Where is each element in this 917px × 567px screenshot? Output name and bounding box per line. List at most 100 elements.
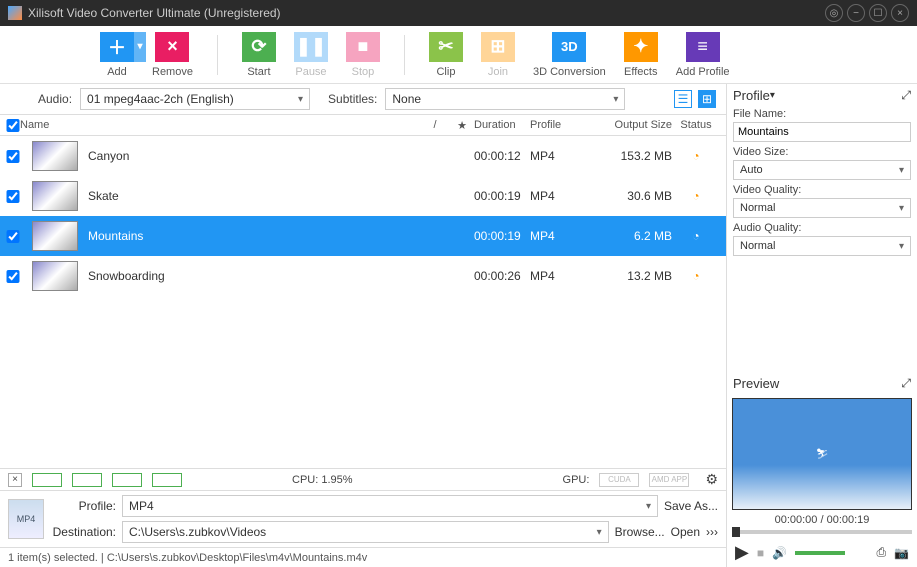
thumbnail-icon	[32, 261, 78, 291]
table-row[interactable]: Mountains00:00:19MP46.2 MB◔	[0, 216, 726, 256]
col-star[interactable]: ★	[450, 119, 474, 132]
add-button[interactable]: ＋▾Add	[100, 32, 134, 78]
clip-button[interactable]: ✂Clip	[429, 32, 463, 78]
file-output: 6.2 MB	[600, 229, 672, 243]
more-button[interactable]: ›››	[706, 525, 718, 539]
toolbar: ＋▾Add ×Remove ⟳Start ❚❚Pause ■Stop ✂Clip…	[0, 26, 917, 84]
file-output: 153.2 MB	[600, 149, 672, 163]
view-detail-icon[interactable]: ⊞	[698, 90, 716, 108]
preview-controls: ▶ ■ 🔊 ⎙ 📷	[727, 538, 917, 567]
file-duration: 00:00:19	[474, 189, 530, 203]
subtitles-dropdown[interactable]: None	[385, 88, 625, 110]
col-duration[interactable]: Duration	[474, 119, 530, 131]
videoquality-dropdown[interactable]: Normal	[733, 198, 911, 218]
file-output: 30.6 MB	[600, 189, 672, 203]
table-row[interactable]: Snowboarding00:00:26MP413.2 MB◔	[0, 256, 726, 296]
camera-icon[interactable]: 📷	[894, 546, 909, 560]
start-button[interactable]: ⟳Start	[242, 32, 276, 78]
profile-dropdown[interactable]: MP4	[122, 495, 658, 517]
filename-input[interactable]	[733, 122, 911, 142]
volume-slider[interactable]	[795, 551, 845, 555]
preview-time: 00:00:00 / 00:00:19	[727, 514, 917, 526]
audioquality-dropdown[interactable]: Normal	[733, 236, 911, 256]
maximize-button[interactable]: ☐	[869, 4, 887, 22]
stop-icon[interactable]: ■	[757, 546, 764, 560]
gear-icon[interactable]: ⚙	[705, 471, 718, 488]
add-profile-button[interactable]: ≡Add Profile	[676, 32, 730, 78]
row-checkbox[interactable]	[6, 190, 20, 203]
remove-button[interactable]: ×Remove	[152, 32, 193, 78]
preview-title: Preview	[733, 376, 779, 391]
account-icon[interactable]: ◎	[825, 4, 843, 22]
expand-icon[interactable]: ⤢	[901, 88, 911, 103]
cpu-gpu-row: × CPU: 1.95% GPU: CUDA AMD APP ⚙	[0, 468, 726, 490]
file-duration: 00:00:19	[474, 229, 530, 243]
file-profile: MP4	[530, 149, 600, 163]
play-icon[interactable]: ▶	[735, 542, 749, 563]
cpu-label: CPU: 1.95%	[292, 474, 353, 486]
app-logo-icon	[8, 6, 22, 20]
clock-icon: ◔	[672, 269, 720, 283]
pause-button[interactable]: ❚❚Pause	[294, 32, 328, 78]
row-checkbox[interactable]	[6, 270, 20, 283]
separator	[217, 35, 218, 75]
preview-slider[interactable]	[732, 530, 912, 534]
preview-frame: ⛷	[732, 398, 912, 510]
file-name: Skate	[88, 189, 420, 203]
preview-header: Preview ⤢	[727, 372, 917, 394]
destination-label: Destination:	[50, 525, 116, 539]
table-row[interactable]: Canyon00:00:12MP4153.2 MB◔	[0, 136, 726, 176]
videoquality-label: Video Quality:	[733, 184, 911, 196]
audioquality-label: Audio Quality:	[733, 222, 911, 234]
3d-button[interactable]: 3D3D Conversion	[533, 32, 606, 78]
file-duration: 00:00:26	[474, 269, 530, 283]
col-name[interactable]: Name	[20, 119, 420, 131]
expand-preview-icon[interactable]: ⤢	[901, 376, 911, 391]
file-profile: MP4	[530, 229, 600, 243]
destination-row: MP4 Profile: MP4 Save As... Destination:…	[0, 490, 726, 547]
open-button[interactable]: Open	[671, 525, 700, 539]
close-graph-icon[interactable]: ×	[8, 473, 22, 487]
videosize-dropdown[interactable]: Auto	[733, 160, 911, 180]
file-name: Canyon	[88, 149, 420, 163]
add-label: Add	[107, 66, 127, 78]
row-checkbox[interactable]	[6, 230, 20, 243]
effects-button[interactable]: ✦Effects	[624, 32, 658, 78]
statusbar: 1 item(s) selected. | C:\Users\s.zubkov\…	[0, 547, 726, 567]
titlebar: Xilisoft Video Converter Ultimate (Unreg…	[0, 0, 917, 26]
audio-subtitle-row: Audio: 01 mpeg4aac-2ch (English) Subtitl…	[0, 84, 726, 114]
thumbnail-icon	[32, 221, 78, 251]
saveas-button[interactable]: Save As...	[664, 499, 718, 513]
browse-button[interactable]: Browse...	[615, 525, 665, 539]
cpu-graph-icon	[32, 473, 62, 487]
table-row[interactable]: Skate00:00:19MP430.6 MB◔	[0, 176, 726, 216]
window-title: Xilisoft Video Converter Ultimate (Unreg…	[28, 6, 821, 20]
view-list-icon[interactable]: ☰	[674, 90, 692, 108]
amd-button[interactable]: AMD APP	[649, 473, 689, 487]
col-profile[interactable]: Profile	[530, 119, 600, 131]
cpu-graph-icon	[152, 473, 182, 487]
col-slash[interactable]: /	[420, 119, 450, 131]
destination-dropdown[interactable]: C:\Users\s.zubkov\Videos	[122, 521, 609, 543]
volume-icon[interactable]: 🔊	[772, 546, 787, 560]
col-output[interactable]: Output Size	[600, 119, 672, 131]
stop-button[interactable]: ■Stop	[346, 32, 380, 78]
filename-label: File Name:	[733, 108, 911, 120]
thumbnail-icon	[32, 141, 78, 171]
select-all-checkbox[interactable]	[6, 119, 20, 132]
close-button[interactable]: ×	[891, 4, 909, 22]
thumbnail-icon	[32, 181, 78, 211]
audio-dropdown[interactable]: 01 mpeg4aac-2ch (English)	[80, 88, 310, 110]
join-button[interactable]: ⊞Join	[481, 32, 515, 78]
file-duration: 00:00:12	[474, 149, 530, 163]
snapshot-icon[interactable]: ⎙	[876, 545, 886, 560]
row-checkbox[interactable]	[6, 150, 20, 163]
cuda-button[interactable]: CUDA	[599, 473, 639, 487]
file-name: Mountains	[88, 229, 420, 243]
profile-label: Profile:	[50, 499, 116, 513]
cpu-graph-icon	[112, 473, 142, 487]
gpu-label: GPU:	[563, 474, 590, 486]
minimize-button[interactable]: −	[847, 4, 865, 22]
3d-label: 3D Conversion	[533, 66, 606, 78]
col-status[interactable]: Status	[672, 119, 720, 131]
